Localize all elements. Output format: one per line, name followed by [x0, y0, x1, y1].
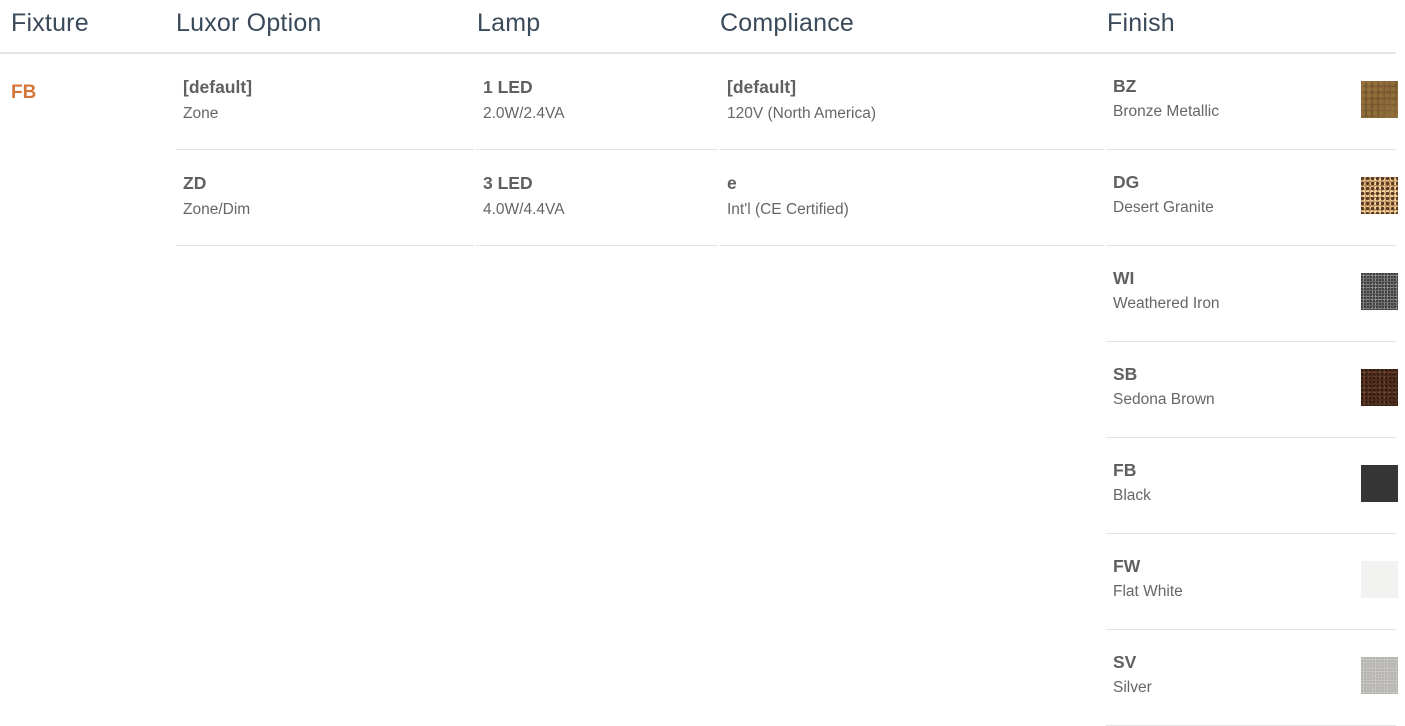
finish-option-fb[interactable]: FB Black	[1106, 438, 1398, 534]
option-code: 1 LED	[483, 77, 533, 97]
option-description: Bronze Metallic	[1113, 103, 1219, 120]
finish-swatch	[1361, 273, 1398, 310]
option-code: e	[727, 173, 737, 193]
finish-swatch	[1361, 465, 1398, 502]
luxor-option-column: [default] Zone ZD Zone/Dim	[176, 54, 474, 246]
option-description: Flat White	[1113, 583, 1183, 600]
fixture-code[interactable]: FB	[11, 82, 36, 104]
compliance-option-default[interactable]: [default] 120V (North America)	[720, 54, 1104, 150]
finish-column: BZ Bronze Metallic DG Desert Granite WI …	[1106, 54, 1398, 726]
header-luxor-option: Luxor Option	[176, 9, 322, 37]
option-description: Black	[1113, 487, 1151, 504]
option-code: DG	[1113, 172, 1140, 192]
lamp-option-3-led[interactable]: 3 LED 4.0W/4.4VA	[476, 150, 718, 246]
option-description: Int'l (CE Certified)	[727, 201, 849, 218]
finish-option-bz[interactable]: BZ Bronze Metallic	[1106, 54, 1398, 150]
finish-swatch	[1361, 81, 1398, 118]
option-code: FB	[1113, 460, 1137, 480]
option-description: Weathered Iron	[1113, 295, 1220, 312]
finish-swatch	[1361, 369, 1398, 406]
option-description: 120V (North America)	[727, 105, 877, 122]
header-lamp: Lamp	[477, 9, 541, 37]
finish-option-sb[interactable]: SB Sedona Brown	[1106, 342, 1398, 438]
option-code: SB	[1113, 364, 1138, 384]
option-code: [default]	[727, 77, 797, 97]
option-description: Silver	[1113, 679, 1152, 696]
finish-option-dg[interactable]: DG Desert Granite	[1106, 150, 1398, 246]
finish-option-fw[interactable]: FW Flat White	[1106, 534, 1398, 630]
option-code: ZD	[183, 173, 207, 193]
option-code: SV	[1113, 652, 1137, 672]
option-description: 2.0W/2.4VA	[483, 105, 565, 122]
header-fixture: Fixture	[11, 9, 89, 37]
finish-swatch	[1361, 177, 1398, 214]
finish-swatch	[1361, 657, 1398, 694]
header-compliance: Compliance	[720, 9, 855, 37]
option-code: 3 LED	[483, 173, 533, 193]
option-description: 4.0W/4.4VA	[483, 201, 565, 218]
product-configurator: Fixture Luxor Option Lamp Compliance Fin…	[0, 0, 1405, 726]
option-code: BZ	[1113, 76, 1137, 96]
header-finish: Finish	[1107, 9, 1175, 37]
compliance-option-e[interactable]: e Int'l (CE Certified)	[720, 150, 1104, 246]
option-description: Desert Granite	[1113, 199, 1214, 216]
option-description: Zone/Dim	[183, 201, 251, 218]
finish-swatch	[1361, 561, 1398, 598]
lamp-option-1-led[interactable]: 1 LED 2.0W/2.4VA	[476, 54, 718, 150]
luxor-option-zd[interactable]: ZD Zone/Dim	[176, 150, 474, 246]
compliance-column: [default] 120V (North America) e Int'l (…	[720, 54, 1104, 246]
lamp-column: 1 LED 2.0W/2.4VA 3 LED 4.0W/4.4VA	[476, 54, 718, 246]
option-description: Zone	[183, 105, 219, 122]
option-code: WI	[1113, 268, 1135, 288]
luxor-option-default[interactable]: [default] Zone	[176, 54, 474, 150]
option-description: Sedona Brown	[1113, 391, 1215, 408]
option-code: [default]	[183, 77, 253, 97]
finish-option-wi[interactable]: WI Weathered Iron	[1106, 246, 1398, 342]
finish-option-sv[interactable]: SV Silver	[1106, 630, 1398, 726]
option-code: FW	[1113, 556, 1141, 576]
